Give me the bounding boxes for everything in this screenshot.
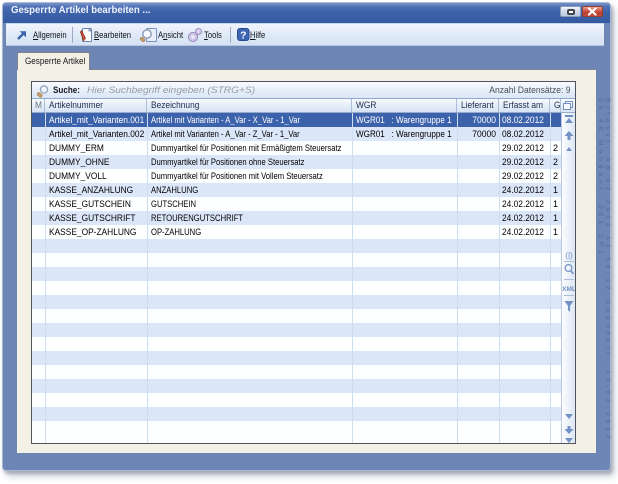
svg-text:XML: XML: [562, 286, 576, 293]
svg-text:(|): (|): [565, 251, 573, 260]
svg-text:?: ?: [240, 30, 246, 42]
